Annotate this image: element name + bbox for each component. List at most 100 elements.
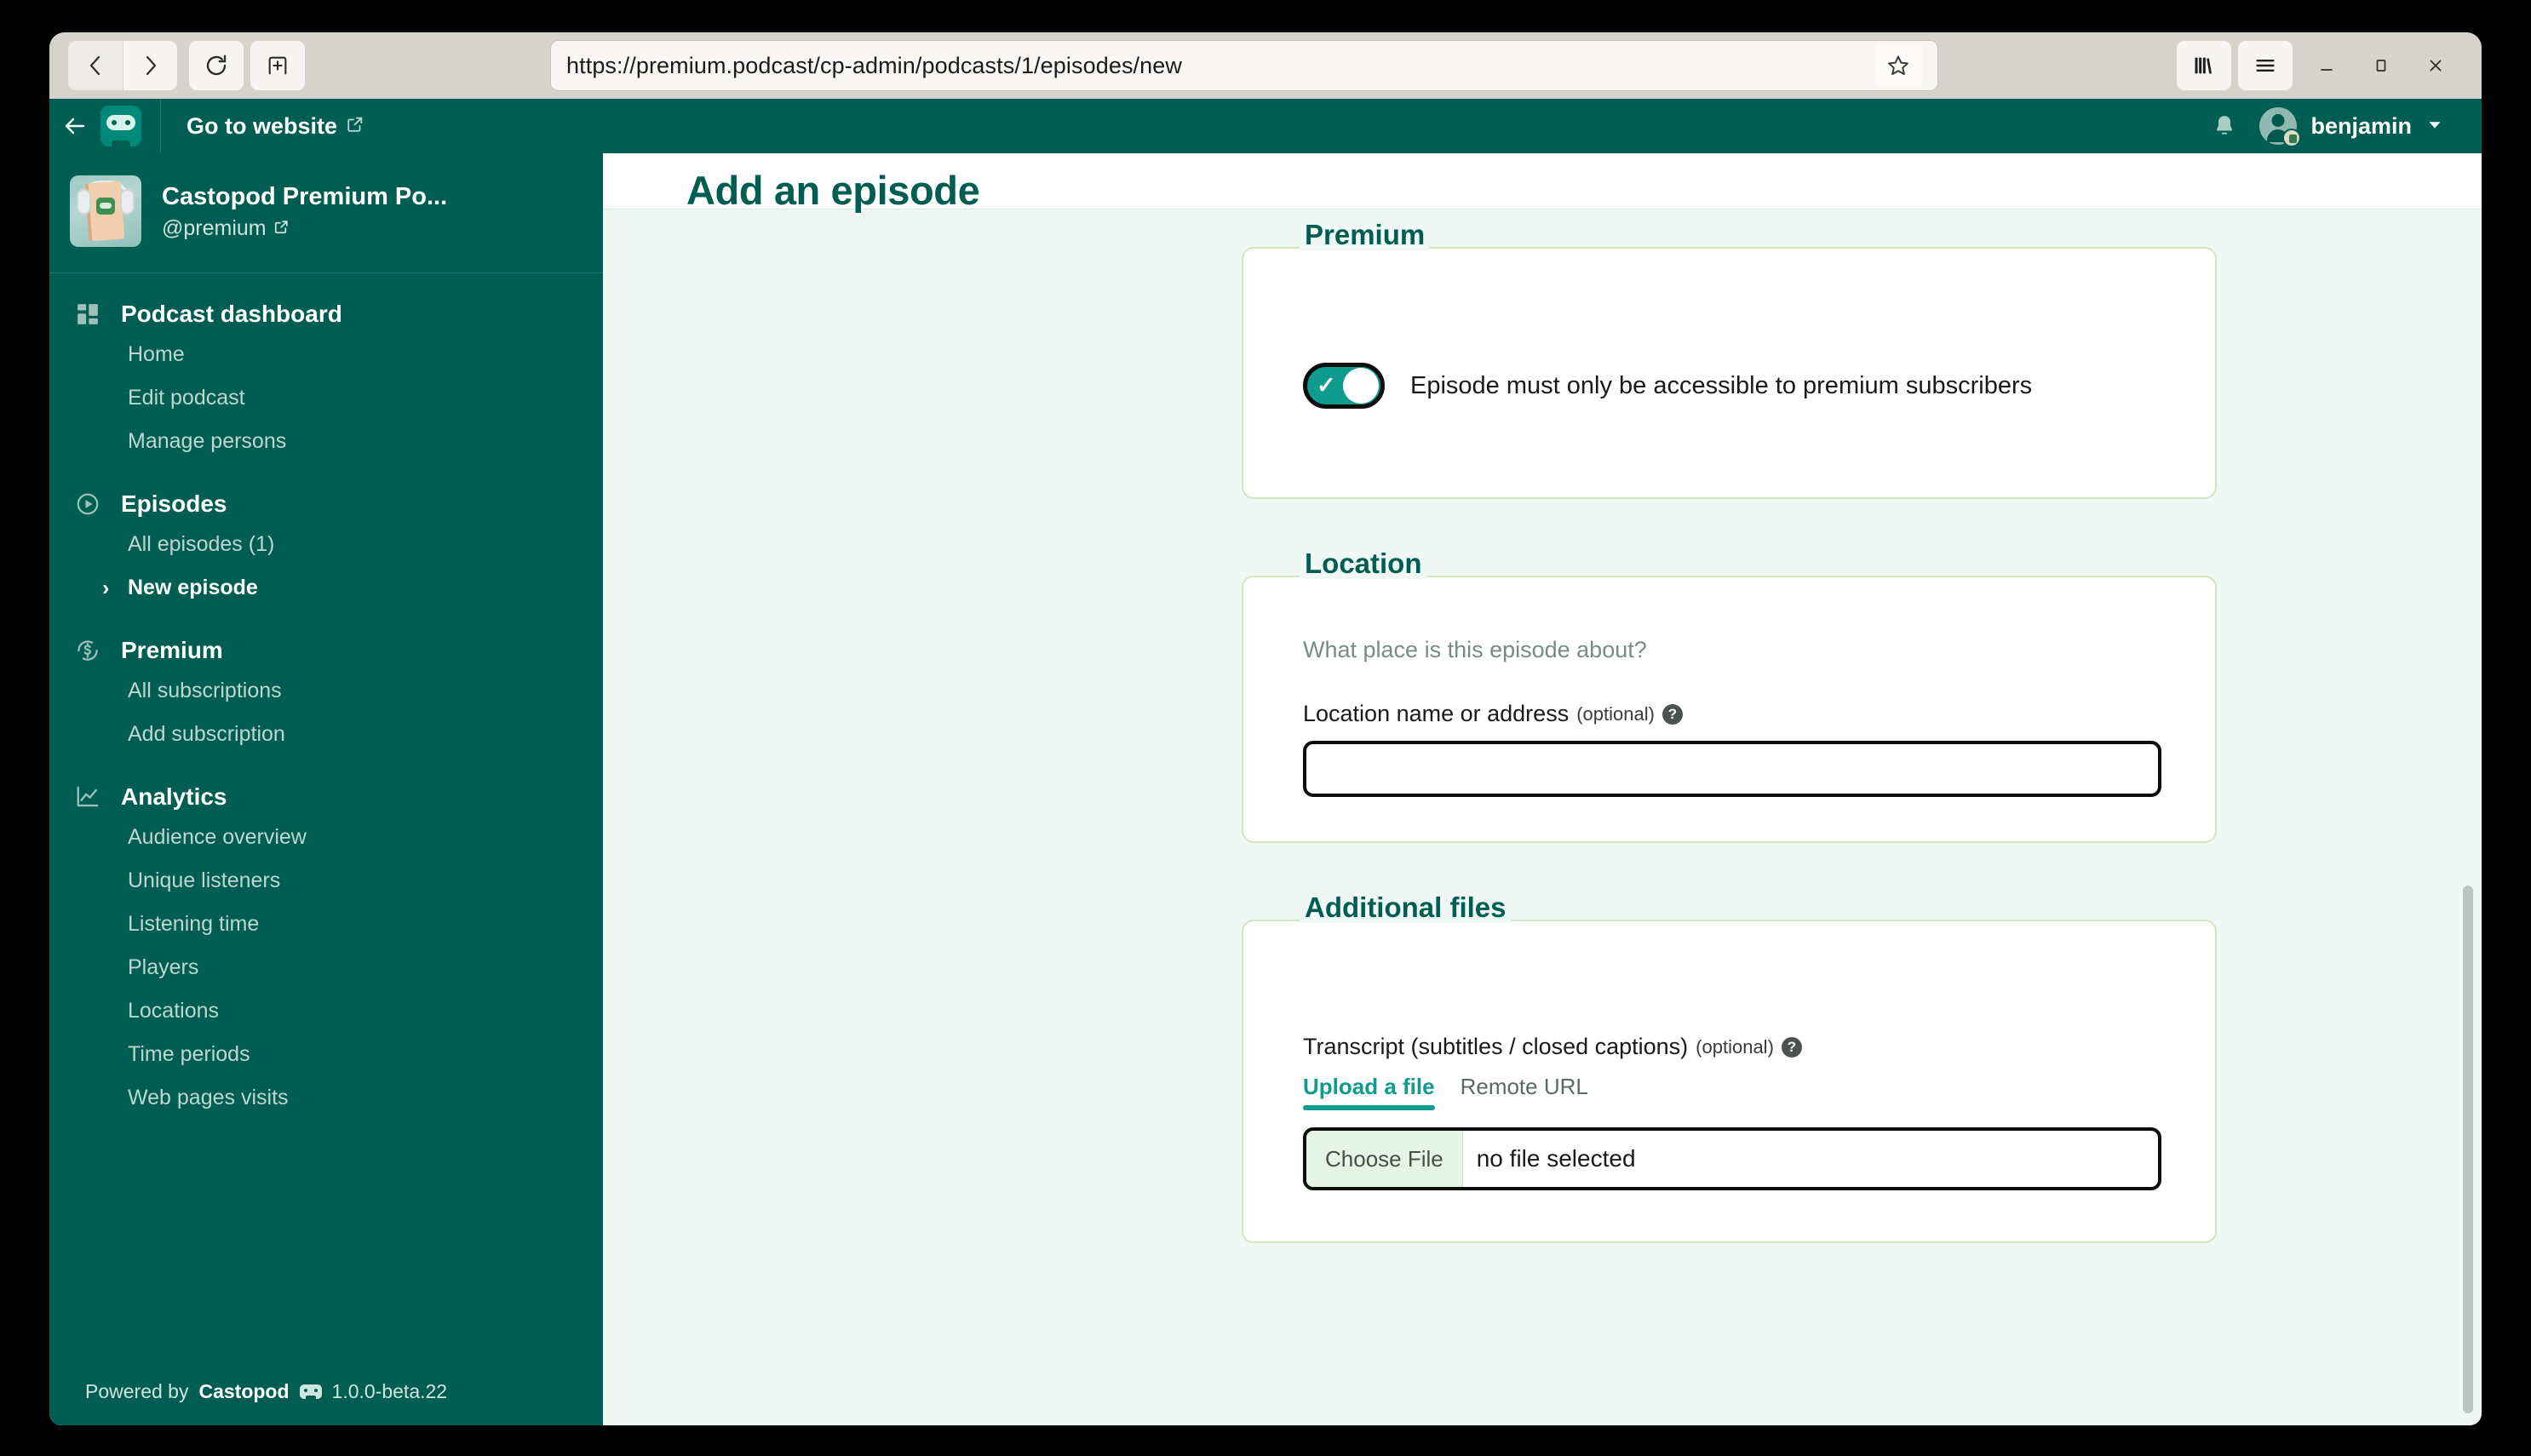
- help-icon[interactable]: ?: [1781, 1036, 1802, 1058]
- sidebar-section-episodes: Episodes All episodes (1) › New episode: [49, 485, 603, 610]
- sidebar-item-audience-overview[interactable]: Audience overview: [49, 816, 603, 859]
- sidebar-sub-label: Add subscription: [128, 722, 285, 746]
- sidebar-section-label: Episodes: [121, 490, 227, 517]
- additional-files-section-legend: Additional files: [1298, 891, 1513, 931]
- browser-toolbar: https://premium.podcast/cp-admin/podcast…: [49, 32, 2482, 99]
- castopod-brand-label: Castopod: [198, 1380, 290, 1402]
- location-field-label: Location name or address (optional) ?: [1303, 701, 2155, 727]
- sidebar-item-locations[interactable]: Locations: [49, 989, 603, 1033]
- reload-button[interactable]: [189, 41, 244, 90]
- back-button[interactable]: [68, 41, 123, 90]
- username-label: benjamin: [2310, 112, 2412, 139]
- sidebar-item-premium[interactable]: Premium: [49, 632, 603, 669]
- minimize-button[interactable]: [2299, 41, 2354, 90]
- sidebar-item-home[interactable]: Home: [49, 333, 603, 376]
- sidebar-item-analytics[interactable]: Analytics: [49, 778, 603, 816]
- file-status-label: no file selected: [1476, 1145, 1636, 1172]
- premium-toggle-row: ✓ Episode must only be accessible to pre…: [1303, 363, 2155, 409]
- sidebar-sub-label: Unique listeners: [128, 868, 281, 892]
- premium-toggle-label: Episode must only be accessible to premi…: [1410, 371, 2033, 399]
- castopod-tape-icon: [299, 1384, 322, 1399]
- subscription-dollar-icon: [75, 638, 104, 663]
- dashboard-grid-icon: [75, 301, 104, 327]
- tab-upload-a-file[interactable]: Upload a file: [1303, 1074, 1435, 1110]
- sidebar-item-players[interactable]: Players: [49, 946, 603, 989]
- sidebar-item-all-subscriptions[interactable]: All subscriptions: [49, 669, 603, 713]
- sidebar-section-analytics: Analytics Audience overview Unique liste…: [49, 778, 603, 1120]
- sidebar-item-all-episodes[interactable]: All episodes (1): [49, 523, 603, 566]
- sidebar-sub-label: Home: [128, 342, 185, 366]
- sidebar-item-add-subscription[interactable]: Add subscription: [49, 713, 603, 756]
- location-field-label-text: Location name or address: [1303, 701, 1570, 726]
- transcript-label-text: Transcript (subtitles / closed captions): [1303, 1034, 1689, 1059]
- podcast-handle-label: @premium: [162, 215, 267, 240]
- tab-remote-url[interactable]: Remote URL: [1461, 1074, 1588, 1110]
- header-divider: [160, 99, 161, 153]
- sidebar-sub-label: Audience overview: [128, 825, 307, 849]
- help-icon[interactable]: ?: [1662, 703, 1683, 725]
- sidebar-item-unique-listeners[interactable]: Unique listeners: [49, 859, 603, 903]
- library-icon[interactable]: [2177, 41, 2231, 90]
- close-button[interactable]: [2408, 41, 2463, 90]
- sidebar-sub-label: Manage persons: [128, 429, 287, 453]
- optional-tag: (optional): [1696, 1035, 1774, 1058]
- go-to-website-link[interactable]: Go to website: [187, 113, 364, 140]
- play-circle-icon: [75, 491, 104, 517]
- vertical-scrollbar[interactable]: [2463, 886, 2473, 1413]
- sidebar-item-edit-podcast[interactable]: Edit podcast: [49, 376, 603, 420]
- url-bar[interactable]: https://premium.podcast/cp-admin/podcast…: [550, 40, 1938, 91]
- sidebar-item-time-periods[interactable]: Time periods: [49, 1033, 603, 1076]
- page-title: Add an episode: [679, 167, 987, 218]
- sidebar-section-label: Podcast dashboard: [121, 301, 342, 327]
- external-link-icon: [273, 216, 290, 241]
- sidebar-item-listening-time[interactable]: Listening time: [49, 903, 603, 946]
- sidebar-section-podcast-dashboard: Podcast dashboard Home Edit podcast Mana…: [49, 295, 603, 463]
- sidebar: Castopod Premium Po... @premium Podcast: [49, 153, 603, 1425]
- choose-file-button[interactable]: Choose File: [1306, 1131, 1463, 1187]
- location-input[interactable]: [1303, 741, 2161, 797]
- url-text[interactable]: https://premium.podcast/cp-admin/podcast…: [566, 53, 1868, 79]
- transcript-field-label: Transcript (subtitles / closed captions)…: [1303, 1034, 2155, 1060]
- optional-tag: (optional): [1576, 702, 1655, 725]
- sidebar-sub-label: Edit podcast: [128, 386, 245, 410]
- castopod-admin-app: Go to website benjamin Castopod Premium …: [49, 99, 2482, 1425]
- sidebar-item-episodes[interactable]: Episodes: [49, 485, 603, 523]
- sidebar-section-premium: Premium All subscriptions Add subscripti…: [49, 632, 603, 756]
- sidebar-sub-label: Players: [128, 955, 199, 979]
- premium-toggle[interactable]: ✓: [1303, 363, 1385, 409]
- hamburger-menu-icon[interactable]: [2238, 41, 2293, 90]
- new-tab-button[interactable]: [250, 41, 305, 90]
- page-title-text: Add an episode: [679, 167, 987, 218]
- maximize-button[interactable]: [2354, 41, 2408, 90]
- sidebar-sub-label: All episodes (1): [128, 532, 275, 556]
- additional-files-legend-text: Additional files: [1298, 891, 1513, 931]
- toggle-knob: [1343, 368, 1379, 404]
- location-legend-text: Location: [1298, 547, 1428, 587]
- chevron-right-icon: ›: [102, 576, 110, 599]
- powered-by-label: Powered by: [85, 1380, 189, 1402]
- forward-button[interactable]: [123, 41, 177, 90]
- premium-section-card: Premium ✓ Episode must only be accessibl…: [1242, 219, 2217, 499]
- external-link-icon: [346, 113, 364, 140]
- location-help-text: What place is this episode about?: [1303, 637, 1647, 662]
- transcript-file-input[interactable]: Choose File no file selected: [1303, 1127, 2161, 1190]
- castopod-logo[interactable]: [100, 106, 141, 146]
- sidebar-item-manage-persons[interactable]: Manage persons: [49, 420, 603, 463]
- url-bar-container: https://premium.podcast/cp-admin/podcast…: [312, 40, 2177, 91]
- sidebar-item-web-pages-visits[interactable]: Web pages visits: [49, 1076, 603, 1120]
- sidebar-sub-label: All subscriptions: [128, 679, 282, 702]
- back-arrow-icon[interactable]: [49, 99, 100, 153]
- bell-icon[interactable]: [2212, 112, 2237, 140]
- additional-files-section-card: Additional files Transcript (subtitles /…: [1242, 891, 2217, 1243]
- sidebar-item-podcast-dashboard[interactable]: Podcast dashboard: [49, 295, 603, 333]
- user-menu[interactable]: benjamin: [2259, 107, 2444, 147]
- podcast-handle[interactable]: @premium: [162, 216, 447, 241]
- star-icon[interactable]: [1874, 43, 1922, 88]
- sidebar-podcast-card[interactable]: Castopod Premium Po... @premium: [49, 153, 603, 273]
- location-section-card: Location What place is this episode abou…: [1242, 547, 2217, 843]
- navigation-buttons: [68, 41, 312, 90]
- chevron-down-icon[interactable]: [2425, 115, 2444, 138]
- sidebar-sub-label: Time periods: [128, 1042, 250, 1066]
- sidebar-item-new-episode[interactable]: › New episode: [49, 566, 603, 610]
- sidebar-section-label: Premium: [121, 637, 223, 663]
